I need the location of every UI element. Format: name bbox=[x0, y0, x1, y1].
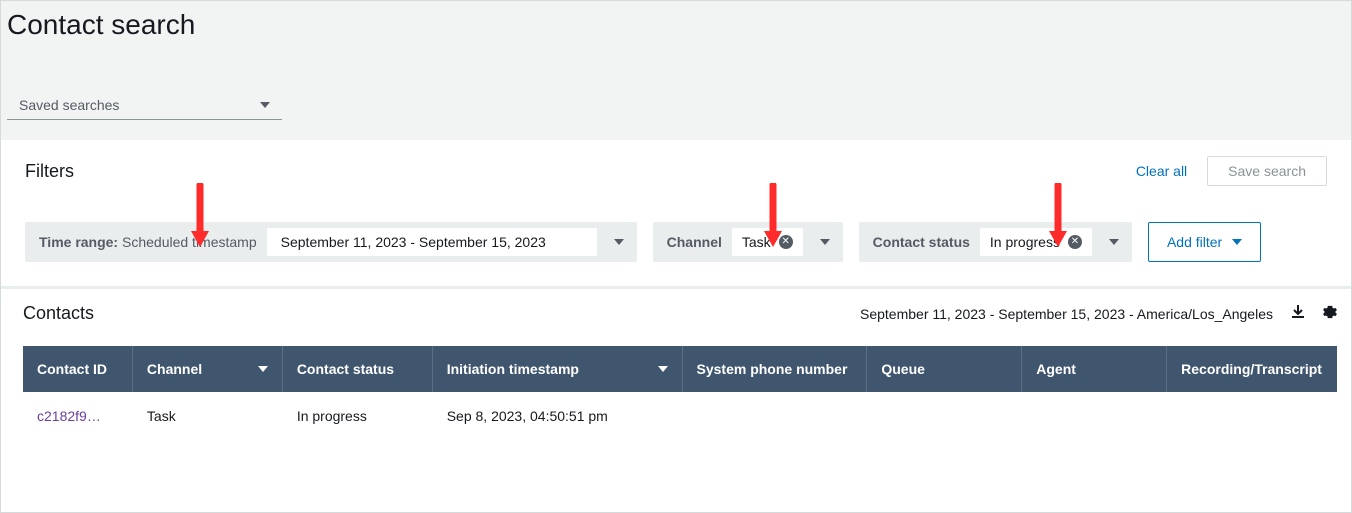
time-range-dropdown-toggle[interactable] bbox=[601, 222, 637, 262]
channel-dropdown-toggle[interactable] bbox=[807, 222, 843, 262]
time-range-value[interactable]: September 11, 2023 - September 15, 2023 bbox=[267, 228, 597, 256]
col-header-initiation-timestamp-label: Initiation timestamp bbox=[447, 361, 579, 377]
cell-contact-id[interactable]: c2182f9… bbox=[23, 408, 133, 424]
cell-channel: Task bbox=[133, 408, 283, 424]
saved-searches-label: Saved searches bbox=[19, 97, 119, 113]
time-range-label: Time range: Scheduled timestamp bbox=[25, 234, 263, 250]
contact-status-value-text: In progress bbox=[990, 234, 1060, 250]
save-search-button[interactable]: Save search bbox=[1207, 156, 1327, 186]
col-header-agent-label: Agent bbox=[1036, 361, 1076, 377]
filter-chip-contact-status: Contact status In progress ✕ bbox=[859, 222, 1132, 262]
add-filter-button[interactable]: Add filter bbox=[1148, 222, 1261, 262]
col-header-system-phone[interactable]: System phone number bbox=[683, 346, 868, 392]
gear-icon[interactable] bbox=[1323, 305, 1337, 322]
cell-initiation-timestamp: Sep 8, 2023, 04:50:51 pm bbox=[433, 408, 683, 424]
filters-heading: Filters bbox=[25, 161, 74, 182]
contact-status-dropdown-toggle[interactable] bbox=[1096, 222, 1132, 262]
contacts-summary: September 11, 2023 - September 15, 2023 … bbox=[860, 306, 1273, 322]
contacts-heading: Contacts bbox=[23, 303, 94, 324]
col-header-contact-id-label: Contact ID bbox=[37, 361, 107, 377]
page-title: Contact search bbox=[1, 1, 1351, 41]
time-range-sublabel: Scheduled timestamp bbox=[122, 234, 257, 250]
col-header-recording-label: Recording/Transcript bbox=[1181, 361, 1322, 377]
cell-contact-status: In progress bbox=[283, 408, 433, 424]
col-header-queue-label: Queue bbox=[881, 361, 925, 377]
filter-chip-channel: Channel Task ✕ bbox=[653, 222, 843, 262]
caret-down-icon bbox=[1109, 239, 1119, 245]
caret-down-icon bbox=[1232, 239, 1242, 245]
remove-contact-status-icon[interactable]: ✕ bbox=[1068, 235, 1082, 249]
caret-down-icon bbox=[820, 239, 830, 245]
col-header-contact-status[interactable]: Contact status bbox=[283, 346, 433, 392]
col-header-channel-label: Channel bbox=[147, 361, 202, 377]
col-header-agent[interactable]: Agent bbox=[1022, 346, 1167, 392]
col-header-queue[interactable]: Queue bbox=[867, 346, 1022, 392]
time-range-value-text: September 11, 2023 - September 15, 2023 bbox=[281, 234, 546, 250]
col-header-contact-id[interactable]: Contact ID bbox=[23, 346, 133, 392]
channel-value[interactable]: Task ✕ bbox=[732, 228, 803, 256]
col-header-recording[interactable]: Recording/Transcript bbox=[1167, 346, 1337, 392]
remove-channel-icon[interactable]: ✕ bbox=[779, 235, 793, 249]
contact-status-value[interactable]: In progress ✕ bbox=[980, 228, 1092, 256]
col-header-contact-status-label: Contact status bbox=[297, 361, 394, 377]
download-icon[interactable] bbox=[1291, 305, 1305, 323]
caret-down-icon bbox=[260, 102, 270, 108]
col-header-system-phone-label: System phone number bbox=[697, 361, 848, 377]
channel-label: Channel bbox=[653, 234, 728, 250]
caret-down-icon bbox=[614, 239, 624, 245]
saved-searches-dropdown[interactable]: Saved searches bbox=[7, 91, 282, 120]
channel-value-text: Task bbox=[742, 234, 771, 250]
filter-chip-time-range: Time range: Scheduled timestamp Septembe… bbox=[25, 222, 637, 262]
time-range-label-text: Time range: bbox=[39, 234, 118, 250]
caret-down-icon bbox=[658, 366, 668, 372]
caret-down-icon bbox=[258, 366, 268, 372]
col-header-channel[interactable]: Channel bbox=[133, 346, 283, 392]
add-filter-label: Add filter bbox=[1167, 234, 1222, 250]
col-header-initiation-timestamp[interactable]: Initiation timestamp bbox=[433, 346, 683, 392]
table-row[interactable]: c2182f9… Task In progress Sep 8, 2023, 0… bbox=[23, 392, 1337, 440]
table-header-row: Contact ID Channel Contact status Initia… bbox=[23, 346, 1337, 392]
contact-status-label: Contact status bbox=[859, 234, 976, 250]
clear-all-link[interactable]: Clear all bbox=[1136, 163, 1187, 179]
